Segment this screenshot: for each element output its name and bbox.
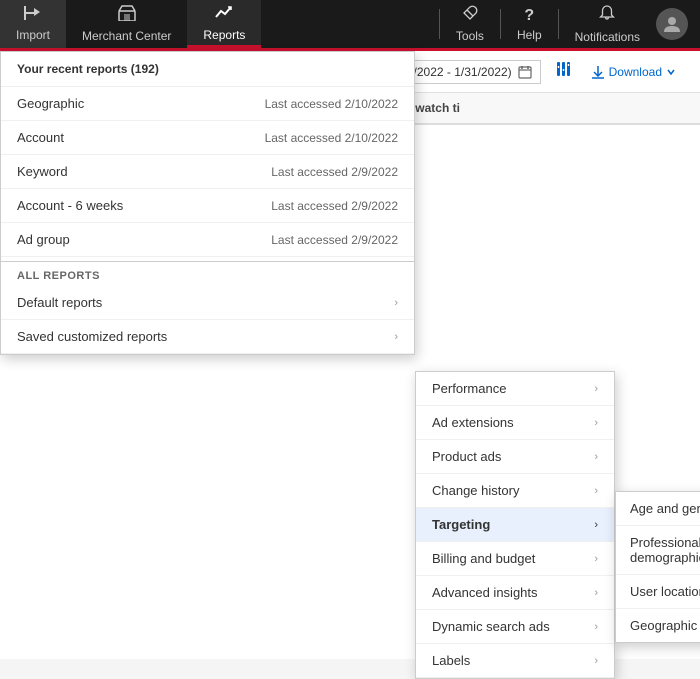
nav-item-help[interactable]: ? Help [501,0,558,48]
billing-budget-label: Billing and budget [432,551,535,566]
report-geographic-date: Last accessed 2/10/2022 [265,97,398,111]
import-icon [24,6,42,25]
report-account6weeks-name: Account - 6 weeks [17,198,123,213]
submenu-item-change-history[interactable]: Change history › [416,474,614,508]
report-account-name: Account [17,130,64,145]
all-reports-label: All reports [1,262,414,286]
report-adgroup-name: Ad group [17,232,70,247]
avatar[interactable] [656,8,688,40]
geographic-label: Geographic [630,618,697,633]
product-ads-label: Product ads [432,449,501,464]
chevron-right-performance: › [594,383,598,395]
report-item-adgroup[interactable]: Ad group Last accessed 2/9/2022 [1,223,414,257]
submenu-item-billing-budget[interactable]: Billing and budget › [416,542,614,576]
change-history-label: Change history [432,483,519,498]
all-reports-section: All reports Default reports › Saved cust… [1,261,414,354]
customize-columns-icon[interactable] [555,59,575,84]
report-account-date: Last accessed 2/10/2022 [265,131,398,145]
report-item-keyword[interactable]: Keyword Last accessed 2/9/2022 [1,155,414,189]
nav-item-default-reports[interactable]: Default reports › [1,286,414,320]
chevron-right-billing: › [594,553,598,565]
recent-reports-menu: Your recent reports (192) Geographic Las… [0,51,415,355]
nav-item-reports[interactable]: Reports [187,0,261,48]
download-button[interactable]: Download [583,61,684,83]
main-area: Last month(1/1/2022 - 1/31/2022) [0,51,700,659]
bell-icon [599,5,615,27]
nav-item-merchant-center[interactable]: Merchant Center [66,0,187,48]
targeting-item-geographic[interactable]: Geographic [616,609,700,642]
recent-reports-header-label: Your recent reports (192) [17,62,159,76]
saved-customized-label: Saved customized reports [17,329,167,344]
report-item-account-6weeks[interactable]: Account - 6 weeks Last accessed 2/9/2022 [1,189,414,223]
submenu-item-product-ads[interactable]: Product ads › [416,440,614,474]
targeting-item-professional-demo[interactable]: Professional demographics [616,526,700,575]
merchant-center-icon [118,5,136,26]
age-gender-label: Age and gender [630,501,700,516]
performance-label: Performance [432,381,506,396]
download-icon [591,65,605,79]
chevron-down-icon [666,67,676,77]
recent-reports-header: Your recent reports (192) [1,52,414,87]
tools-icon [462,5,478,26]
nav-item-reports-label: Reports [203,28,245,42]
chevron-right-productads: › [594,451,598,463]
chevron-right-icon-saved: › [394,331,398,343]
nav-item-merchant-label: Merchant Center [82,29,171,43]
targeting-submenu: Age and gender Professional demographics… [615,491,700,643]
targeting-item-age-gender[interactable]: Age and gender [616,492,700,526]
labels-label: Labels [432,653,470,668]
nav-item-help-label: Help [517,28,542,42]
default-reports-label: Default reports [17,295,102,310]
nav-items-left: Import Merchant Center Reports [0,0,261,48]
nav-item-tools-label: Tools [456,29,484,43]
ad-extensions-label: Ad extensions [432,415,514,430]
chevron-right-targeting: › [594,519,598,531]
submenu-item-performance[interactable]: Performance › [416,372,614,406]
nav-item-tools[interactable]: Tools [440,0,500,48]
nav-item-import-label: Import [16,28,50,42]
submenu-item-advanced-insights[interactable]: Advanced insights › [416,576,614,610]
reports-icon [215,4,233,25]
user-location-label: User location [630,584,700,599]
nav-item-notifications-label: Notifications [575,30,640,44]
submenu-item-labels[interactable]: Labels › [416,644,614,678]
report-keyword-date: Last accessed 2/9/2022 [271,165,398,179]
chevron-right-labels: › [594,655,598,667]
default-reports-submenu: Performance › Ad extensions › Product ad… [415,371,615,679]
targeting-item-user-location[interactable]: User location [616,575,700,609]
report-keyword-name: Keyword [17,164,68,179]
advanced-insights-label: Advanced insights [432,585,538,600]
download-label: Download [609,65,662,79]
nav-item-notifications[interactable]: Notifications [559,0,656,48]
chevron-right-advanced: › [594,587,598,599]
chevron-right-dynamic: › [594,621,598,633]
report-item-geographic[interactable]: Geographic Last accessed 2/10/2022 [1,87,414,121]
submenu-item-dynamic-search[interactable]: Dynamic search ads › [416,610,614,644]
dynamic-search-label: Dynamic search ads [432,619,550,634]
report-geographic-name: Geographic [17,96,84,111]
report-adgroup-date: Last accessed 2/9/2022 [271,233,398,247]
chevron-right-changehist: › [594,485,598,497]
professional-demo-label: Professional demographics [630,535,700,565]
chevron-right-icon-default: › [394,297,398,309]
top-nav: Import Merchant Center Reports [0,0,700,51]
submenu-item-ad-extensions[interactable]: Ad extensions › [416,406,614,440]
nav-item-saved-customized[interactable]: Saved customized reports › [1,320,414,354]
report-item-account[interactable]: Account Last accessed 2/10/2022 [1,121,414,155]
report-account6weeks-date: Last accessed 2/9/2022 [271,199,398,213]
targeting-label: Targeting [432,517,490,532]
calendar-icon [518,65,532,79]
help-icon: ? [524,7,534,25]
submenu-item-targeting[interactable]: Targeting › [416,508,614,542]
chevron-right-adext: › [594,417,598,429]
nav-item-import[interactable]: Import [0,0,66,48]
